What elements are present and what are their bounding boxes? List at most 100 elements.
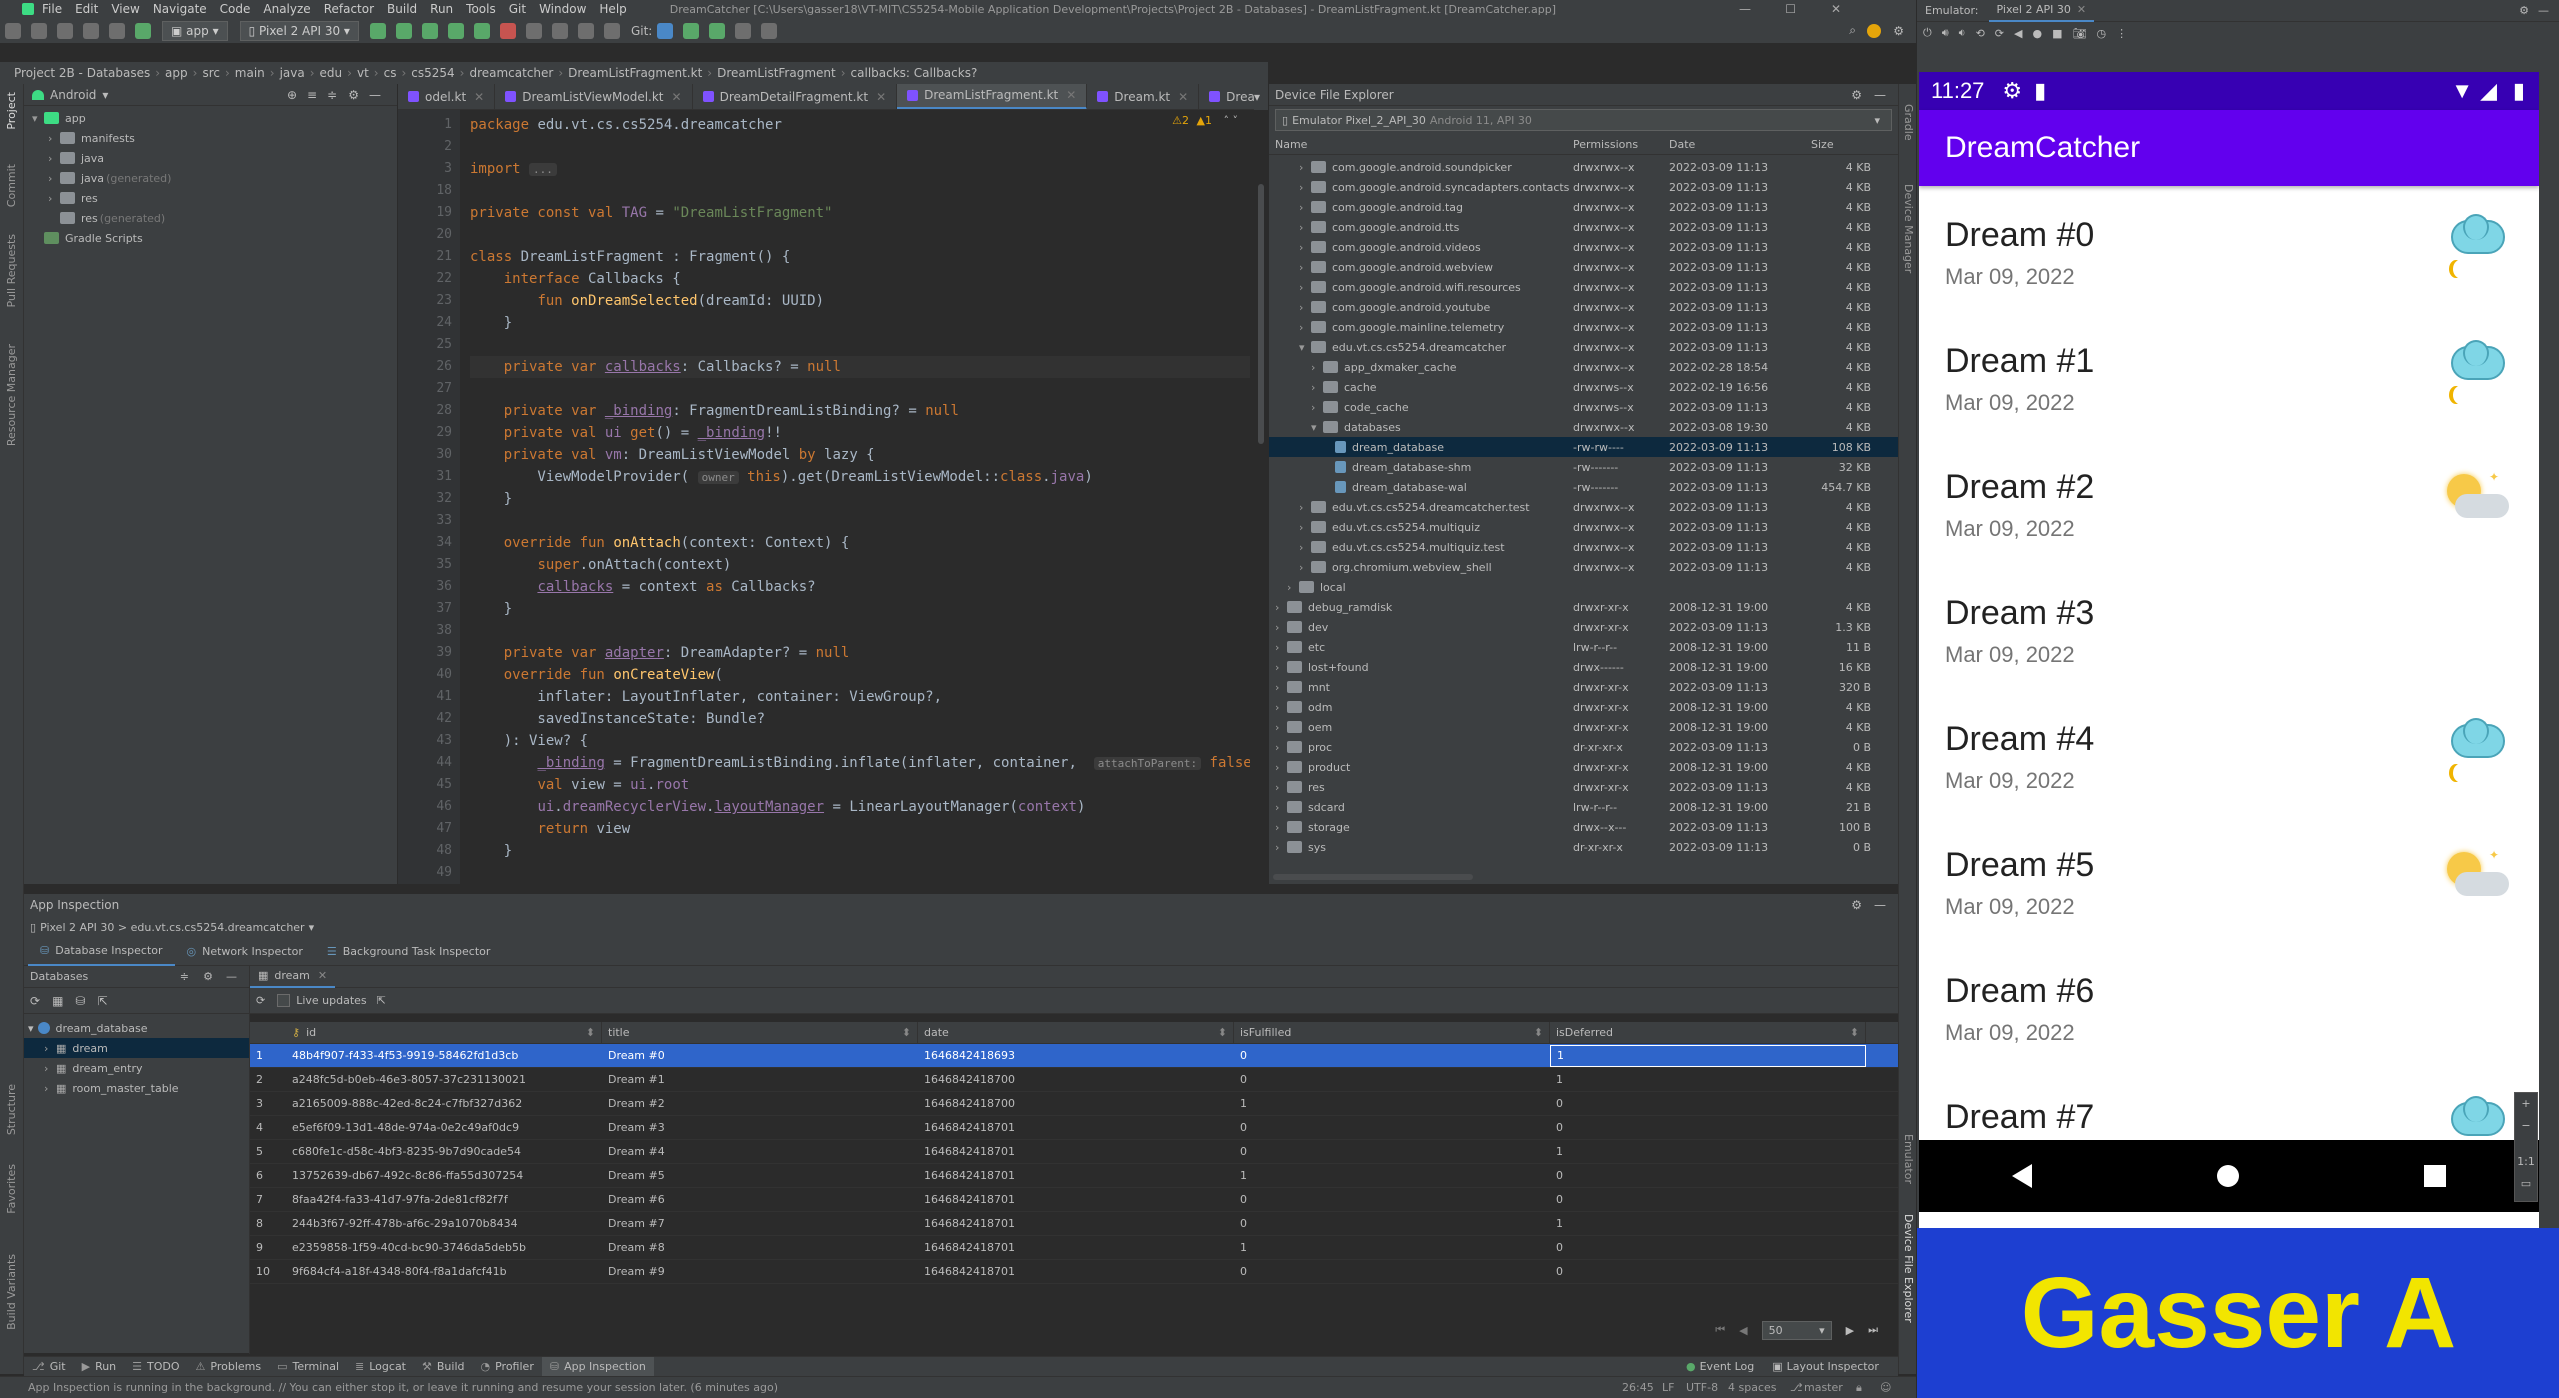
menu-run[interactable]: Run xyxy=(430,2,453,16)
grid-cell[interactable]: 1646842418700 xyxy=(918,1073,1234,1086)
grid-cell[interactable]: 48b4f907-f433-4f53-9919-58462fd1d3cb xyxy=(286,1049,602,1062)
tree-toggle-icon[interactable]: › xyxy=(1275,621,1287,634)
dfe-row[interactable]: › local xyxy=(1269,577,1898,597)
dfe-row[interactable]: › storage drwx--x--- 2022-03-09 11:13 100 B xyxy=(1269,817,1898,837)
grid-cell[interactable]: a2165009-888c-42ed-8c24-c7fbf327d362 xyxy=(286,1097,602,1110)
dfe-row[interactable]: › code_cache drwxrws--x 2022-03-09 11:13 4 K… xyxy=(1269,397,1898,417)
menu-code[interactable]: Code xyxy=(220,2,251,16)
run-config-select[interactable]: ▣ app ▾ xyxy=(162,20,228,41)
tree-toggle-icon[interactable]: › xyxy=(1275,681,1287,694)
tree-toggle-icon[interactable]: › xyxy=(48,152,60,165)
grid-cell[interactable]: Dream #4 xyxy=(602,1145,918,1158)
dfe-row[interactable]: › product drwxr-xr-x 2008-12-31 19:00 4 KB xyxy=(1269,757,1898,777)
tree-toggle-icon[interactable]: › xyxy=(1275,841,1287,854)
tree-toggle-icon[interactable]: › xyxy=(1287,581,1299,594)
grid-cell[interactable]: Dream #5 xyxy=(602,1169,918,1182)
grid-cell[interactable]: 1 xyxy=(1234,1169,1550,1182)
tree-toggle-icon[interactable]: › xyxy=(1275,761,1287,774)
table-row[interactable]: 9 e2359858-1f59-40cd-bc90-3746da5deb5b Dre… xyxy=(250,1236,1898,1260)
project-tree-item[interactable]: Gradle Scripts xyxy=(24,228,397,248)
dfe-col-date[interactable]: Date xyxy=(1669,138,1811,151)
project-tree-item[interactable]: res (generated) xyxy=(24,208,397,228)
bottom-tab[interactable]: ▭ Terminal xyxy=(269,1357,347,1377)
dfe-row[interactable]: › com.google.android.soundpicker drwxrwx--… xyxy=(1269,157,1898,177)
dfe-row[interactable]: dream_database-wal -rw------- 2022-03-09 1… xyxy=(1269,477,1898,497)
grid-cell[interactable]: Dream #9 xyxy=(602,1265,918,1278)
grid-cell[interactable]: Dream #7 xyxy=(602,1217,918,1230)
query-icon[interactable]: ▦ xyxy=(52,994,63,1008)
dream-item[interactable]: Dream #5 Mar 09, 2022 ✦ xyxy=(1919,816,2539,942)
grid-cell[interactable]: Dream #2 xyxy=(602,1097,918,1110)
dream-item[interactable]: Dream #0 Mar 09, 2022 xyxy=(1919,186,2539,312)
grid-cell[interactable]: 1646842418701 xyxy=(918,1169,1234,1182)
hide-panel-icon[interactable]: — xyxy=(1874,898,1886,912)
bottom-tab[interactable]: ⎇ Git xyxy=(24,1357,74,1377)
dfe-horizontal-scrollbar[interactable] xyxy=(1273,874,1473,880)
tree-toggle-icon[interactable]: › xyxy=(1299,161,1311,174)
open-icon[interactable] xyxy=(5,22,21,39)
breadcrumb-item[interactable]: dreamcatcher xyxy=(469,66,553,80)
dfe-row[interactable]: › cache drwxrws--x 2022-02-19 16:56 4 KB xyxy=(1269,377,1898,397)
offline-icon[interactable]: ⛁ xyxy=(75,994,85,1008)
grid-cell[interactable]: 1646842418700 xyxy=(918,1097,1234,1110)
grid-cell[interactable]: Dream #3 xyxy=(602,1121,918,1134)
menu-edit[interactable]: Edit xyxy=(75,2,98,16)
back-icon[interactable]: ◀ xyxy=(2014,27,2022,40)
menu-navigate[interactable]: Navigate xyxy=(153,2,207,16)
breadcrumb-item[interactable]: app xyxy=(165,66,188,80)
grid-col-header[interactable]: title ⬍ xyxy=(602,1021,918,1044)
dfe-row[interactable]: › com.google.android.tag drwxrwx--x 2022-03… xyxy=(1269,197,1898,217)
settings-icon[interactable]: ⚙ xyxy=(1893,24,1904,38)
project-tree-item[interactable]: › java (generated) xyxy=(24,168,397,188)
grid-cell[interactable]: 13752639-db67-492c-8c86-ffa55d307254 xyxy=(286,1169,602,1182)
tree-toggle-icon[interactable]: › xyxy=(1299,281,1311,294)
indent-setting[interactable]: 4 spaces xyxy=(1728,1381,1777,1394)
tree-toggle-icon[interactable]: › xyxy=(1299,201,1311,214)
side-tab-device-manager[interactable]: Device Manager xyxy=(1902,184,1915,273)
tree-toggle-icon[interactable]: › xyxy=(1299,181,1311,194)
live-updates-checkbox[interactable] xyxy=(277,994,291,1007)
dfe-row[interactable]: › app_dxmaker_cache drwxrwx--x 2022-02-28 1… xyxy=(1269,357,1898,377)
refresh-table-icon[interactable]: ⟳ xyxy=(256,994,265,1007)
db-table-item[interactable]: › ▦ dream_entry xyxy=(24,1058,249,1078)
gear-icon[interactable]: ⚙ xyxy=(348,88,359,102)
dream-item[interactable]: Dream #4 Mar 09, 2022 xyxy=(1919,690,2539,816)
attach-icon[interactable] xyxy=(473,22,490,39)
bottom-tab[interactable]: ◔ Profiler xyxy=(473,1357,542,1377)
maximize-button[interactable]: ☐ xyxy=(1785,2,1796,16)
dfe-row[interactable]: › com.google.android.webview drwxrwx--x 202… xyxy=(1269,257,1898,277)
dfe-row[interactable]: › odm drwxr-xr-x 2008-12-31 19:00 4 KB xyxy=(1269,697,1898,717)
export-icon[interactable]: ⇱ xyxy=(97,994,107,1008)
gear-icon[interactable]: ⚙ xyxy=(2519,4,2529,17)
dream-item[interactable]: Dream #3 Mar 09, 2022 xyxy=(1919,564,2539,690)
run-icon[interactable] xyxy=(369,22,386,39)
breadcrumb-item[interactable]: Project 2B - Databases xyxy=(14,66,150,80)
side-tab-pull-requests[interactable]: Pull Requests xyxy=(5,234,18,307)
table-row[interactable]: 1 48b4f907-f433-4f53-9919-58462fd1d3cb Dre… xyxy=(250,1044,1898,1068)
editor-vertical-scrollbar[interactable] xyxy=(1258,184,1264,444)
grid-cell[interactable]: 1646842418701 xyxy=(918,1121,1234,1134)
refresh-icon[interactable]: ⟳ xyxy=(30,994,40,1008)
tree-toggle-icon[interactable]: › xyxy=(1299,521,1311,534)
menu-refactor[interactable]: Refactor xyxy=(324,2,374,16)
caret-position[interactable]: 26:45 xyxy=(1622,1381,1654,1394)
tree-toggle-icon[interactable]: › xyxy=(1299,221,1311,234)
grid-col-header[interactable]: isDeferred ⬍ xyxy=(1550,1021,1866,1044)
collapse-all-icon[interactable]: ≑ xyxy=(180,970,189,983)
nav-back-icon[interactable] xyxy=(2011,1164,2032,1188)
tree-toggle-icon[interactable]: ▾ xyxy=(1299,341,1311,354)
side-tab-commit[interactable]: Commit xyxy=(5,164,18,207)
grid-cell[interactable]: 1646842418701 xyxy=(918,1241,1234,1254)
menu-help[interactable]: Help xyxy=(599,2,626,16)
volume-up-icon[interactable]: 🔊︎ xyxy=(1942,26,1949,40)
tree-toggle-icon[interactable]: › xyxy=(1275,601,1287,614)
bottom-tab[interactable]: ≣ Logcat xyxy=(347,1357,414,1377)
dfe-row[interactable]: › edu.vt.cs.cs5254.multiquiz.test drwxrwx-… xyxy=(1269,537,1898,557)
close-tab-icon[interactable]: ✕ xyxy=(1178,90,1188,104)
tree-toggle-icon[interactable]: › xyxy=(44,1042,56,1055)
more-icon[interactable]: ⋮ xyxy=(2116,27,2127,40)
status-message[interactable]: App Inspection is running in the backgro… xyxy=(28,1381,778,1394)
grid-cell[interactable]: 0 xyxy=(1550,1097,1866,1110)
dfe-col-name[interactable]: Name xyxy=(1269,138,1573,151)
git-rollback-icon[interactable] xyxy=(761,22,778,39)
